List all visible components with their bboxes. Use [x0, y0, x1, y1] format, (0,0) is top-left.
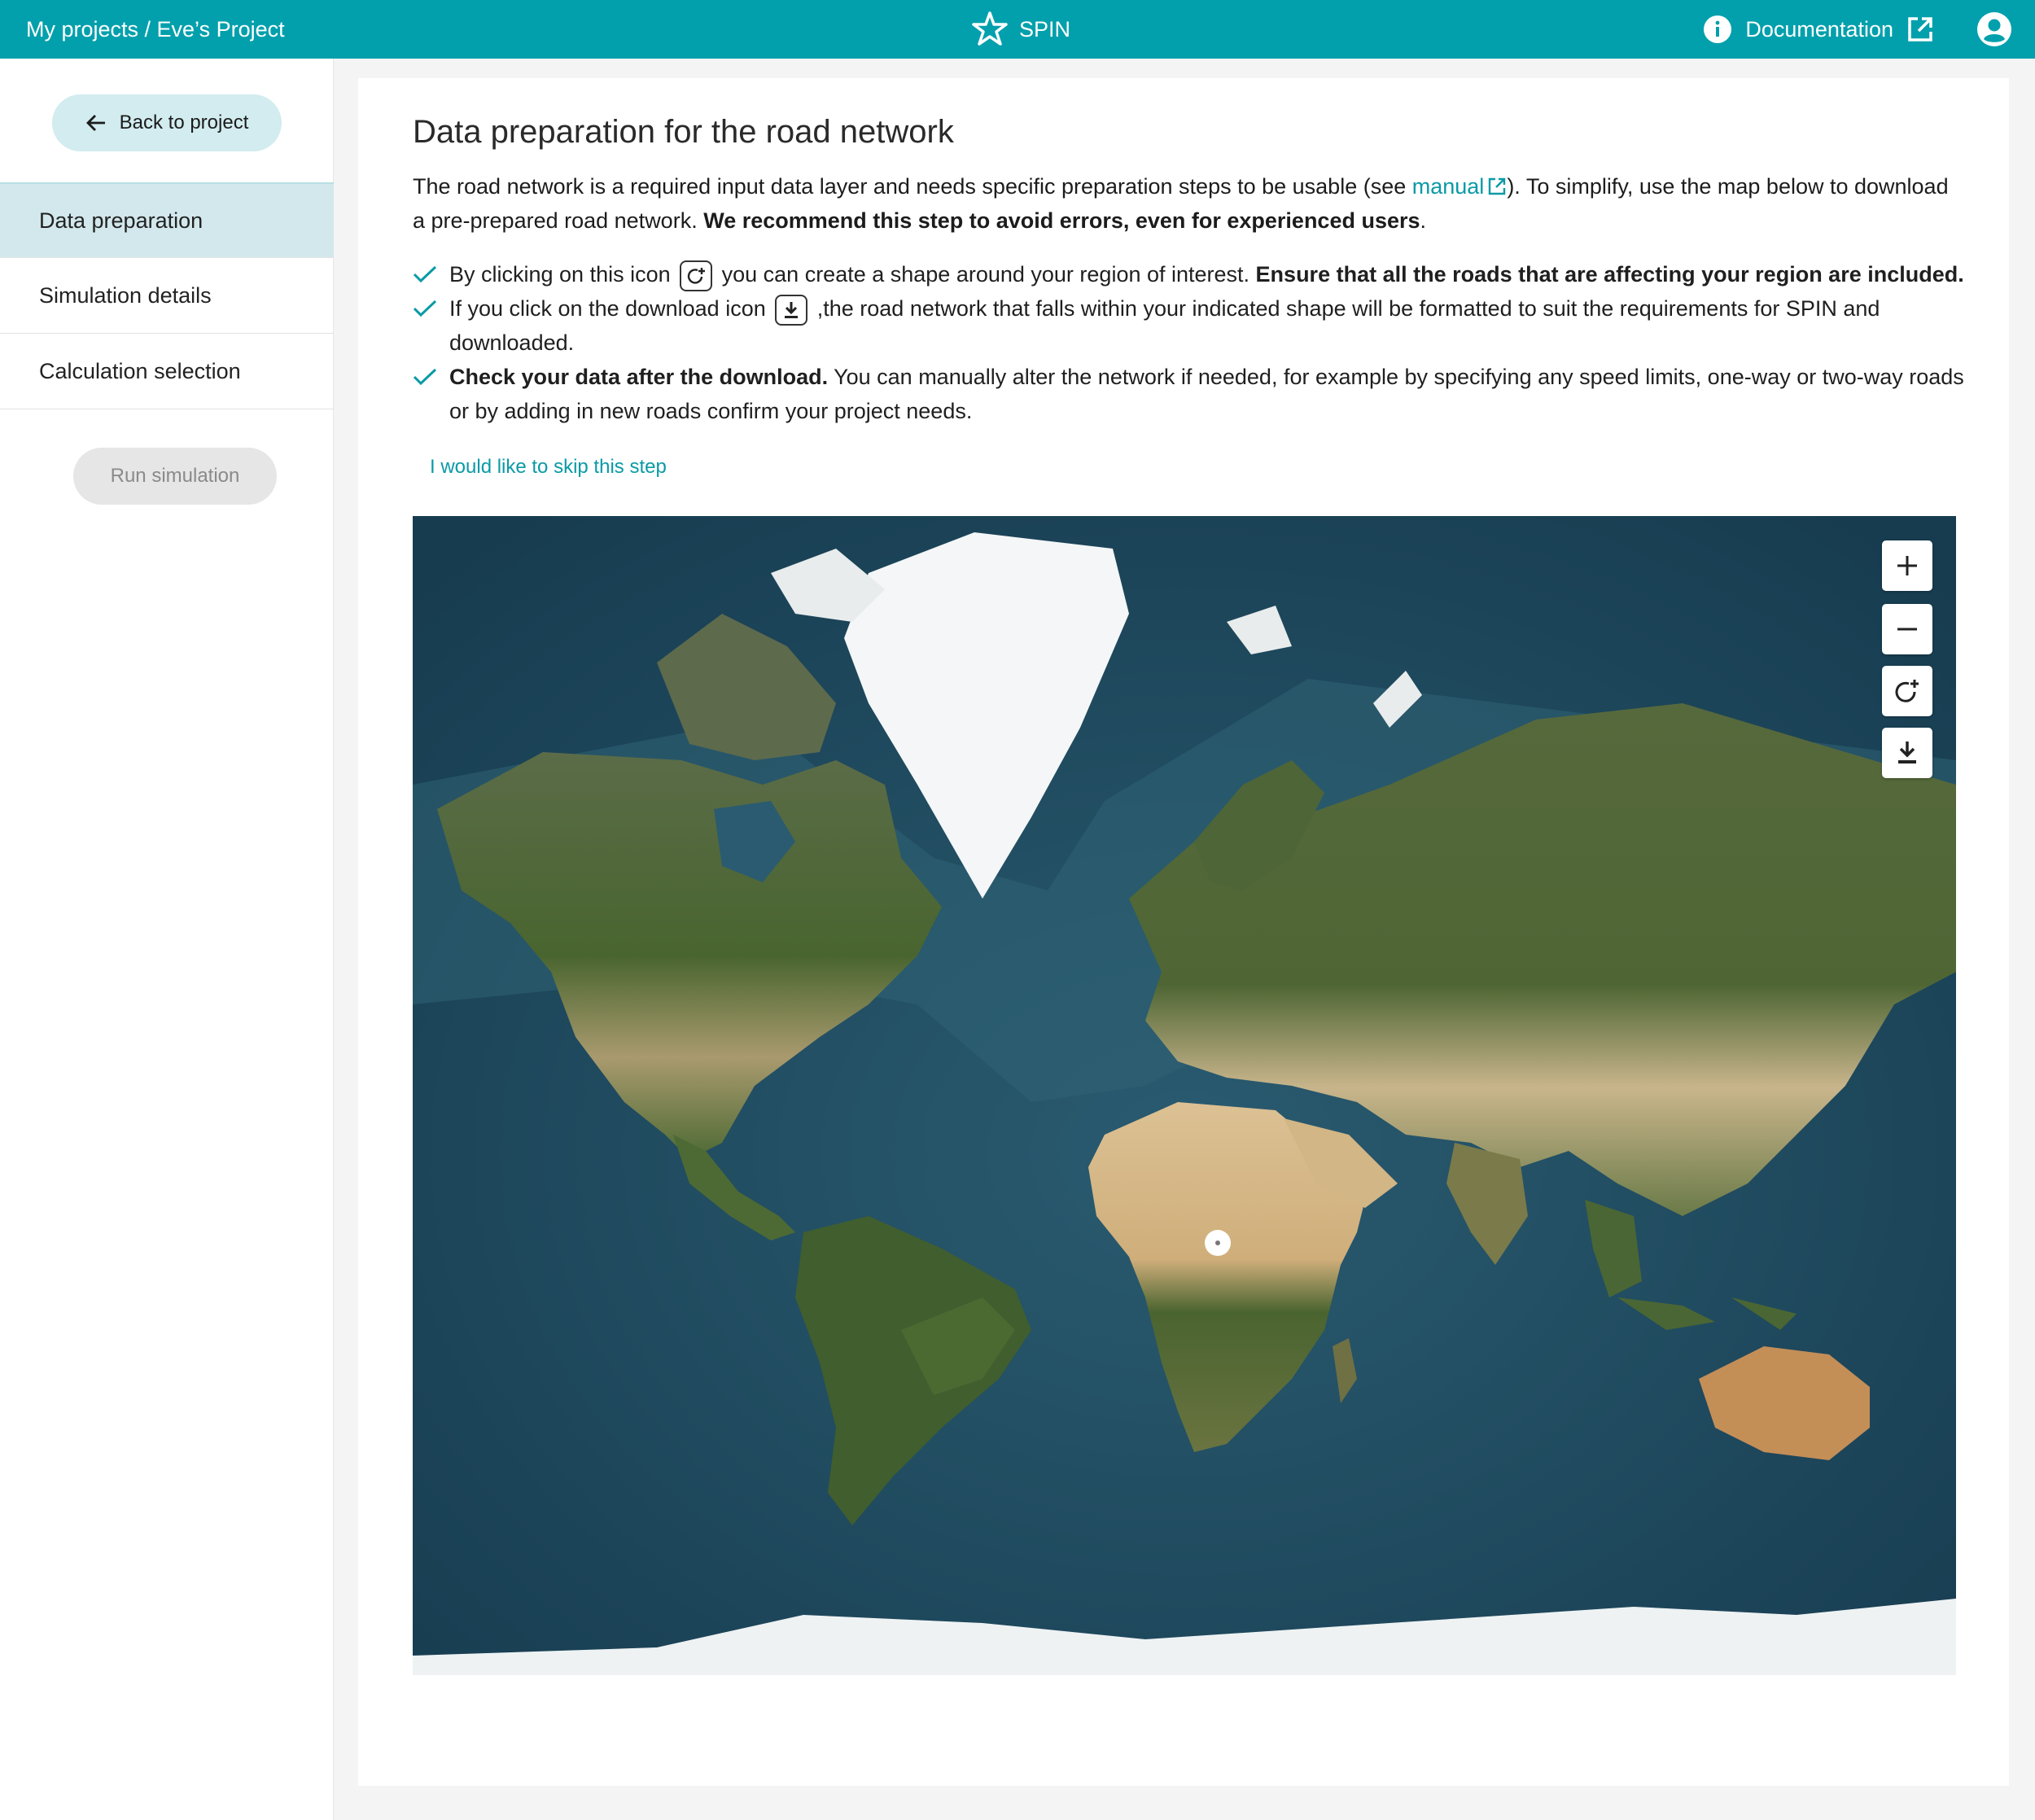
plus-icon	[1897, 556, 1917, 575]
intro-bold: We recommend this step to avoid errors, …	[703, 208, 1420, 233]
external-link-icon	[1489, 177, 1506, 195]
documentation-link[interactable]: Documentation	[1703, 15, 1934, 44]
skip-step-link[interactable]: I would like to skip this step	[430, 456, 667, 479]
sidebar-item-label: Data preparation	[39, 208, 204, 233]
check-icon	[413, 368, 437, 386]
sidebar-item-calculation-selection[interactable]: Calculation selection	[0, 334, 334, 409]
brand-name: SPIN	[1019, 16, 1071, 42]
spin-logo-icon	[972, 11, 1008, 46]
breadcrumb-text[interactable]: My projects / Eve’s Project	[26, 17, 285, 42]
instruction-bold: Ensure that all the roads that are affec…	[1255, 262, 1964, 287]
instruction-text: you can create a shape around your regio…	[716, 262, 1256, 287]
brand: SPIN	[970, 0, 1070, 59]
instruction-item: Check your data after the download. You …	[413, 360, 1967, 428]
check-icon	[413, 265, 437, 283]
external-link-icon	[1908, 17, 1932, 42]
user-avatar-icon[interactable]	[1976, 11, 2012, 47]
satellite-map[interactable]	[413, 516, 1956, 1675]
instruction-list: By clicking on this icon you can create …	[413, 257, 1967, 428]
minus-icon	[1897, 628, 1917, 631]
instruction-text: If you click on the download icon	[449, 296, 772, 321]
back-to-project-button[interactable]: Back to project	[52, 94, 282, 151]
instruction-bold: Check your data after the download.	[449, 365, 829, 389]
instruction-item: If you click on the download icon ,the r…	[413, 291, 1967, 360]
main-card: Data preparation for the road network Th…	[358, 78, 2009, 1786]
intro-paragraph: The road network is a required input dat…	[413, 169, 1959, 238]
instruction-item: By clicking on this icon you can create …	[413, 257, 1967, 291]
sidebar-nav: Data preparation Simulation details Calc…	[0, 182, 334, 409]
run-simulation-button[interactable]: Run simulation	[73, 448, 277, 505]
arrow-left-icon	[85, 115, 105, 131]
sidebar: Back to project Data preparation Simulat…	[0, 59, 334, 1820]
zoom-out-button[interactable]	[1882, 604, 1932, 654]
draw-shape-inline-icon	[680, 260, 713, 291]
sidebar-item-data-preparation[interactable]: Data preparation	[0, 182, 334, 258]
zoom-in-button[interactable]	[1882, 540, 1932, 591]
sidebar-item-label: Simulation details	[39, 282, 212, 308]
download-inline-icon	[775, 294, 808, 326]
manual-link[interactable]: manual	[1412, 174, 1508, 199]
top-bar: My projects / Eve’s Project SPIN Documen…	[0, 0, 2035, 59]
intro-end: .	[1420, 208, 1427, 233]
intro-text-1: The road network is a required input dat…	[413, 174, 1412, 199]
instruction-text: By clicking on this icon	[449, 262, 677, 287]
manual-link-label[interactable]: manual	[1412, 174, 1485, 199]
download-button[interactable]	[1882, 728, 1932, 778]
documentation-label[interactable]: Documentation	[1745, 17, 1893, 42]
world-map-image[interactable]	[413, 516, 1956, 1675]
sidebar-item-simulation-details[interactable]: Simulation details	[0, 258, 334, 334]
draw-shape-icon	[1895, 680, 1919, 702]
check-icon	[413, 300, 437, 317]
back-to-project-label: Back to project	[119, 112, 249, 133]
page-title: Data preparation for the road network	[413, 114, 954, 150]
top-right-actions: Documentation	[1703, 0, 2012, 59]
sidebar-item-label: Calculation selection	[39, 358, 241, 383]
draw-shape-button[interactable]	[1882, 666, 1932, 716]
run-simulation-label: Run simulation	[110, 465, 240, 487]
download-icon	[1898, 742, 1916, 763]
breadcrumb[interactable]: My projects / Eve’s Project	[26, 0, 285, 59]
info-icon	[1704, 15, 1732, 43]
